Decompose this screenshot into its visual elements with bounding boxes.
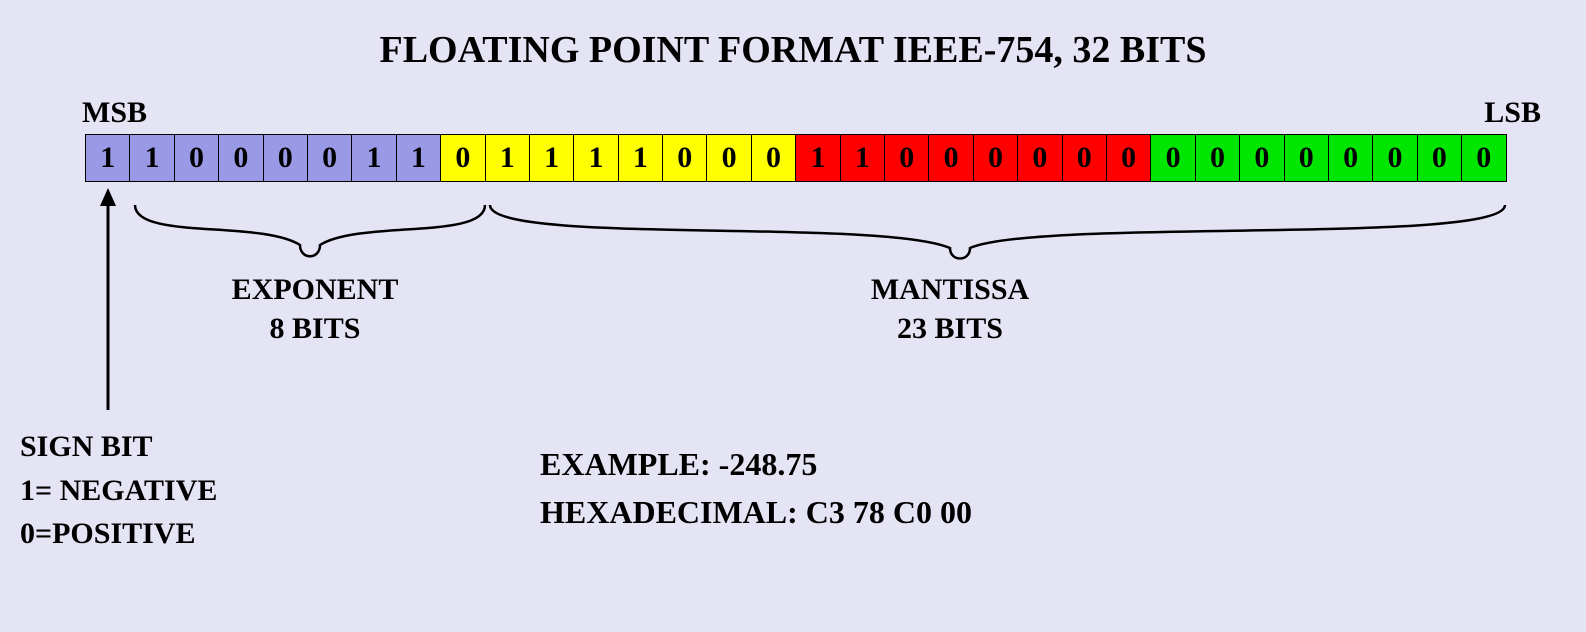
bit-cell-27: 0 [1284, 134, 1329, 182]
bit-row: 11000011011110001100000000000000 [85, 134, 1507, 182]
sign-bit-legend: SIGN BIT 1= NEGATIVE 0=POSITIVE [20, 425, 217, 556]
exponent-label-line1: EXPONENT [232, 273, 399, 306]
bit-cell-25: 0 [1195, 134, 1240, 182]
bit-cell-14: 0 [706, 134, 751, 182]
sign-bit-legend-line2: 1= NEGATIVE [20, 474, 217, 507]
exponent-label: EXPONENT 8 BITS [185, 270, 445, 348]
bit-cell-17: 1 [840, 134, 885, 182]
diagram-title: FLOATING POINT FORMAT IEEE-754, 32 BITS [0, 28, 1586, 72]
bit-cell-26: 0 [1239, 134, 1284, 182]
bit-cell-0: 1 [85, 134, 130, 182]
bit-cell-10: 1 [529, 134, 574, 182]
sign-bit-legend-line1: SIGN BIT [20, 430, 153, 463]
bit-cell-16: 1 [795, 134, 840, 182]
bit-cell-4: 0 [263, 134, 308, 182]
bit-cell-18: 0 [884, 134, 929, 182]
example-line1: EXAMPLE: -248.75 [540, 446, 817, 482]
msb-label: MSB [82, 96, 147, 130]
bit-cell-19: 0 [928, 134, 973, 182]
bit-cell-13: 0 [662, 134, 707, 182]
bit-cell-29: 0 [1372, 134, 1417, 182]
bit-cell-2: 0 [174, 134, 219, 182]
bit-cell-15: 0 [751, 134, 796, 182]
bit-cell-30: 0 [1417, 134, 1462, 182]
bit-cell-31: 0 [1461, 134, 1506, 182]
bit-cell-28: 0 [1328, 134, 1373, 182]
bit-cell-5: 0 [307, 134, 352, 182]
bit-cell-8: 0 [440, 134, 485, 182]
bit-cell-1: 1 [129, 134, 174, 182]
mantissa-label: MANTISSA 23 BITS [820, 270, 1080, 348]
mantissa-label-line1: MANTISSA [871, 273, 1029, 306]
bit-cell-12: 1 [618, 134, 663, 182]
lsb-label: LSB [1484, 96, 1541, 130]
mantissa-label-line2: 23 BITS [897, 312, 1003, 345]
bit-cell-23: 0 [1106, 134, 1151, 182]
example-line2: HEXADECIMAL: C3 78 C0 00 [540, 494, 972, 530]
bit-cell-22: 0 [1062, 134, 1107, 182]
bit-cell-7: 1 [396, 134, 441, 182]
sign-bit-legend-line3: 0=POSITIVE [20, 517, 195, 550]
example-text: EXAMPLE: -248.75 HEXADECIMAL: C3 78 C0 0… [540, 440, 972, 536]
bit-cell-3: 0 [218, 134, 263, 182]
bit-cell-11: 1 [573, 134, 618, 182]
bit-cell-6: 1 [351, 134, 396, 182]
bit-cell-21: 0 [1017, 134, 1062, 182]
exponent-label-line2: 8 BITS [270, 312, 361, 345]
bit-cell-24: 0 [1150, 134, 1195, 182]
bit-cell-9: 1 [485, 134, 530, 182]
bit-cell-20: 0 [973, 134, 1018, 182]
